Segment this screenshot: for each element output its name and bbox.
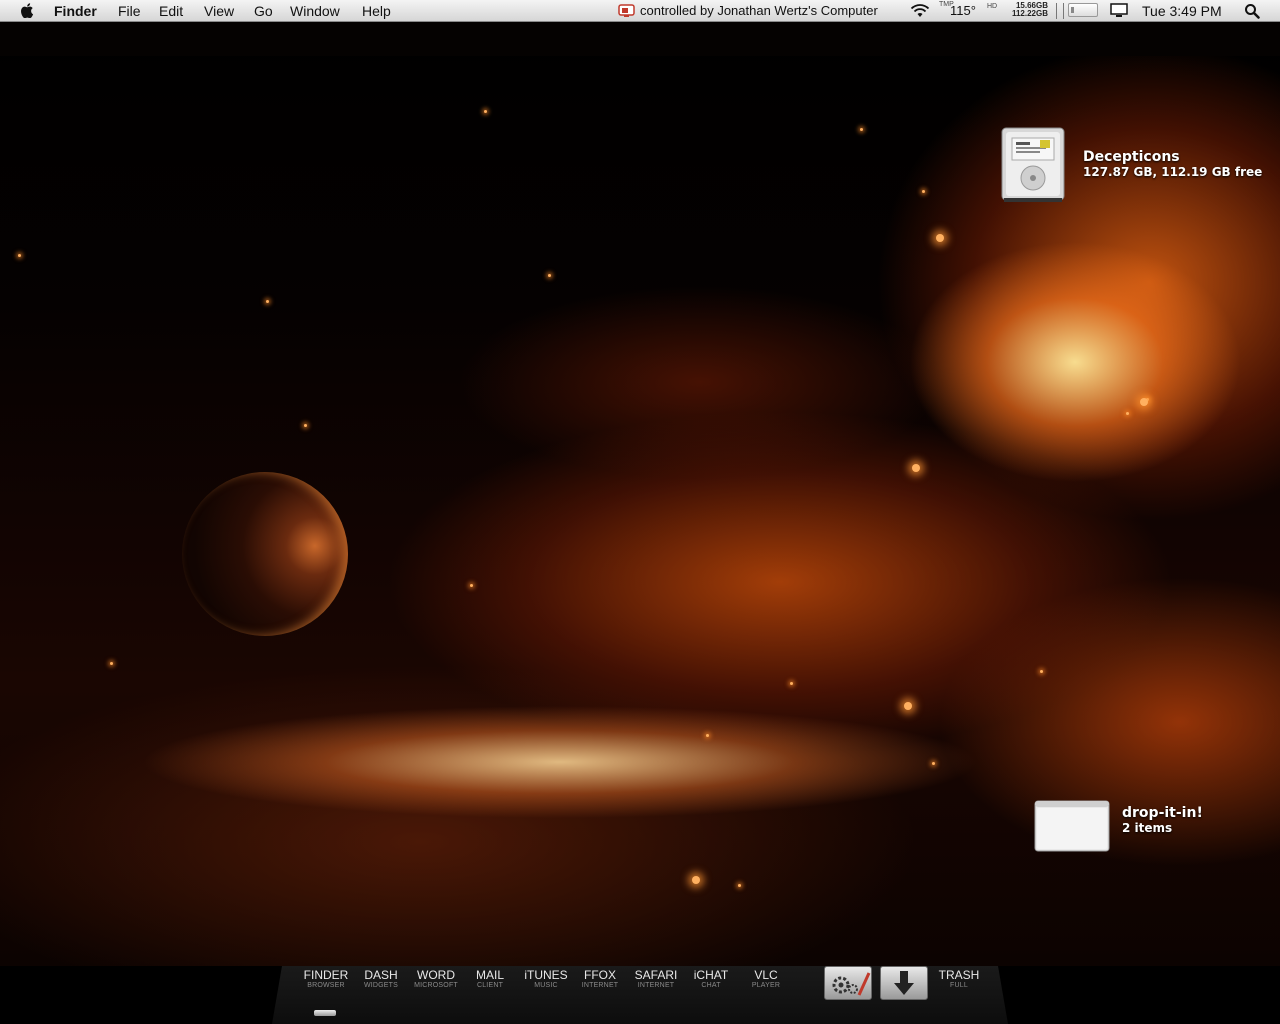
wifi-icon[interactable] [910,3,930,19]
dock-item-finder[interactable]: FINDER BROWSER [300,969,352,990]
menu-bar: Finder File Edit View Go Window Help con… [0,0,1280,22]
dock-item-mail[interactable]: MAIL CLIENT [466,969,514,990]
dock: FINDER BROWSER DASH WIDGETS WORD MICROSO… [0,966,1280,1024]
dock-item-subtitle: PLAYER [751,982,781,989]
menu-file[interactable]: File [118,2,141,20]
downloads-stack-icon[interactable] [880,966,928,1000]
dock-item-subtitle: MUSIC [534,982,558,989]
dock-item-subtitle: INTERNET [637,982,675,989]
apple-icon[interactable] [20,3,34,18]
dock-item-title: iTUNES [524,968,568,982]
disk-stats[interactable]: 15.66GB 112.22GB [1000,2,1048,18]
drive-name: Decepticons [1083,149,1180,165]
dock-item-ichat[interactable]: iCHAT CHAT [688,969,734,990]
wallpaper-planet [182,472,348,636]
temperature-readout[interactable]: 115° [950,2,976,20]
dock-item-title: TRASH [938,968,980,982]
dock-item-subtitle: FULL [950,982,968,989]
dock-item-subtitle: CLIENT [476,982,504,989]
disk-label: HD [987,3,998,10]
dock-item-subtitle: MICROSOFT [414,982,458,989]
folder-info: 2 items [1122,821,1173,835]
drive-label: Decepticons 127.87 GB, 112.19 GB free [1083,149,1262,179]
wallpaper-dark-band [0,22,1280,56]
dock-item-itunes[interactable]: iTUNES MUSIC [520,969,572,990]
menu-view[interactable]: View [204,2,234,20]
dock-item-subtitle: CHAT [701,982,721,989]
dock-item-title: SAFARI [634,968,678,982]
display-icon[interactable] [1110,3,1128,18]
menu-window[interactable]: Window [290,2,340,20]
dock-item-title: MAIL [475,968,504,982]
temp-label: TMP [939,1,954,8]
dock-item-title: FFOX [584,968,616,982]
remote-control-icon[interactable] [618,4,635,18]
hard-drive-icon[interactable] [1000,126,1066,204]
menu-go[interactable]: Go [254,2,273,20]
dock-item-word[interactable]: WORD MICROSOFT [408,969,464,990]
disk-stat-free: 112.22GB [1011,9,1048,18]
menu-clock[interactable]: Tue 3:49 PM [1142,2,1222,20]
battery-icon[interactable] [1068,3,1098,17]
folder-name: drop-it-in! [1122,805,1203,821]
folder-icon[interactable] [1034,798,1110,852]
cpu-meter-icon[interactable] [1056,3,1064,19]
dock-item-subtitle: WIDGETS [363,982,399,989]
dock-item-subtitle: INTERNET [581,982,619,989]
spotlight-icon[interactable] [1244,3,1260,19]
applications-stack-icon[interactable] [824,966,872,1000]
folder-label: drop-it-in! 2 items [1122,805,1203,835]
dock-item-trash[interactable]: TRASH FULL [934,969,984,990]
dock-item-subtitle: BROWSER [307,982,345,989]
dock-item-title: iCHAT [693,968,729,982]
menu-edit[interactable]: Edit [159,2,183,20]
menu-help[interactable]: Help [362,2,391,20]
dock-item-title: WORD [417,968,455,982]
dock-item-ffox[interactable]: FFOX INTERNET [576,969,624,990]
dock-item-vlc[interactable]: VLC PLAYER [744,969,788,990]
dock-item-safari[interactable]: SAFARI INTERNET [630,969,682,990]
drive-info: 127.87 GB, 112.19 GB free [1083,165,1263,179]
running-indicator [314,1010,336,1016]
menu-app-finder[interactable]: Finder [54,2,97,20]
dock-item-dash[interactable]: DASH WIDGETS [356,969,406,990]
dock-item-title: FINDER [303,968,349,982]
remote-status-text[interactable]: controlled by Jonathan Wertz's Computer [640,2,878,20]
dock-item-title: DASH [364,968,398,982]
dock-item-title: VLC [754,968,778,982]
